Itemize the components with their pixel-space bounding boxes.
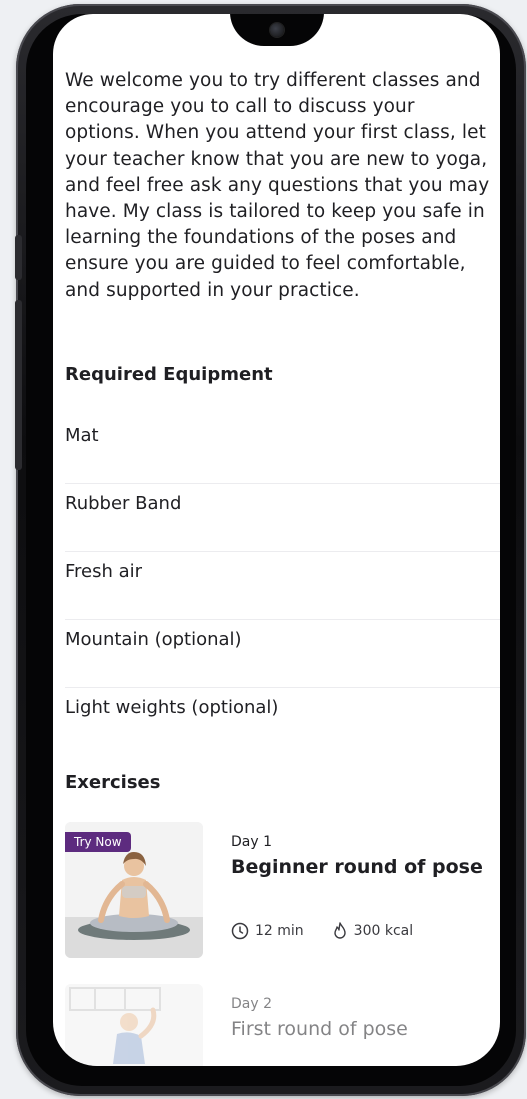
equipment-list: Mat Rubber Band Fresh air Mountain (opti… [65, 416, 500, 756]
exercise-thumbnail: Try Now [65, 822, 203, 958]
equipment-title: Required Equipment [65, 364, 273, 385]
volume-button [15, 300, 22, 470]
clock-icon [231, 922, 249, 940]
flame-icon [333, 922, 346, 939]
camera-icon [270, 23, 284, 37]
exercise-meta: 12 min 300 kcal [231, 922, 413, 940]
exercise-day: Day 1 [231, 834, 273, 850]
screen: We welcome you to try different classes … [53, 14, 500, 1066]
equipment-item: Fresh air [65, 552, 500, 620]
equipment-item: Mat [65, 416, 500, 484]
equipment-item: Rubber Band [65, 484, 500, 552]
exercise-thumbnail [65, 984, 203, 1066]
intro-text: We welcome you to try different classes … [65, 70, 490, 301]
equipment-item: Mountain (optional) [65, 620, 500, 688]
exercise-title: First round of pose [231, 1018, 408, 1040]
exercise-title: Beginner round of pose [231, 856, 483, 878]
exercise-day: Day 2 [231, 996, 273, 1012]
exercise-card-day-1[interactable]: Try Now Day 1 Beginner round of pose 12 … [65, 822, 500, 962]
try-now-badge[interactable]: Try Now [65, 832, 131, 852]
exercise-calories: 300 kcal [353, 923, 414, 939]
yoga-pose-image [65, 984, 203, 1066]
equipment-item: Light weights (optional) [65, 697, 279, 718]
exercise-duration: 12 min [255, 923, 304, 939]
exercise-card-day-2[interactable]: Day 2 First round of pose [65, 984, 500, 1066]
power-button [15, 235, 22, 280]
camera-notch [230, 14, 324, 46]
exercises-title: Exercises [65, 772, 161, 793]
